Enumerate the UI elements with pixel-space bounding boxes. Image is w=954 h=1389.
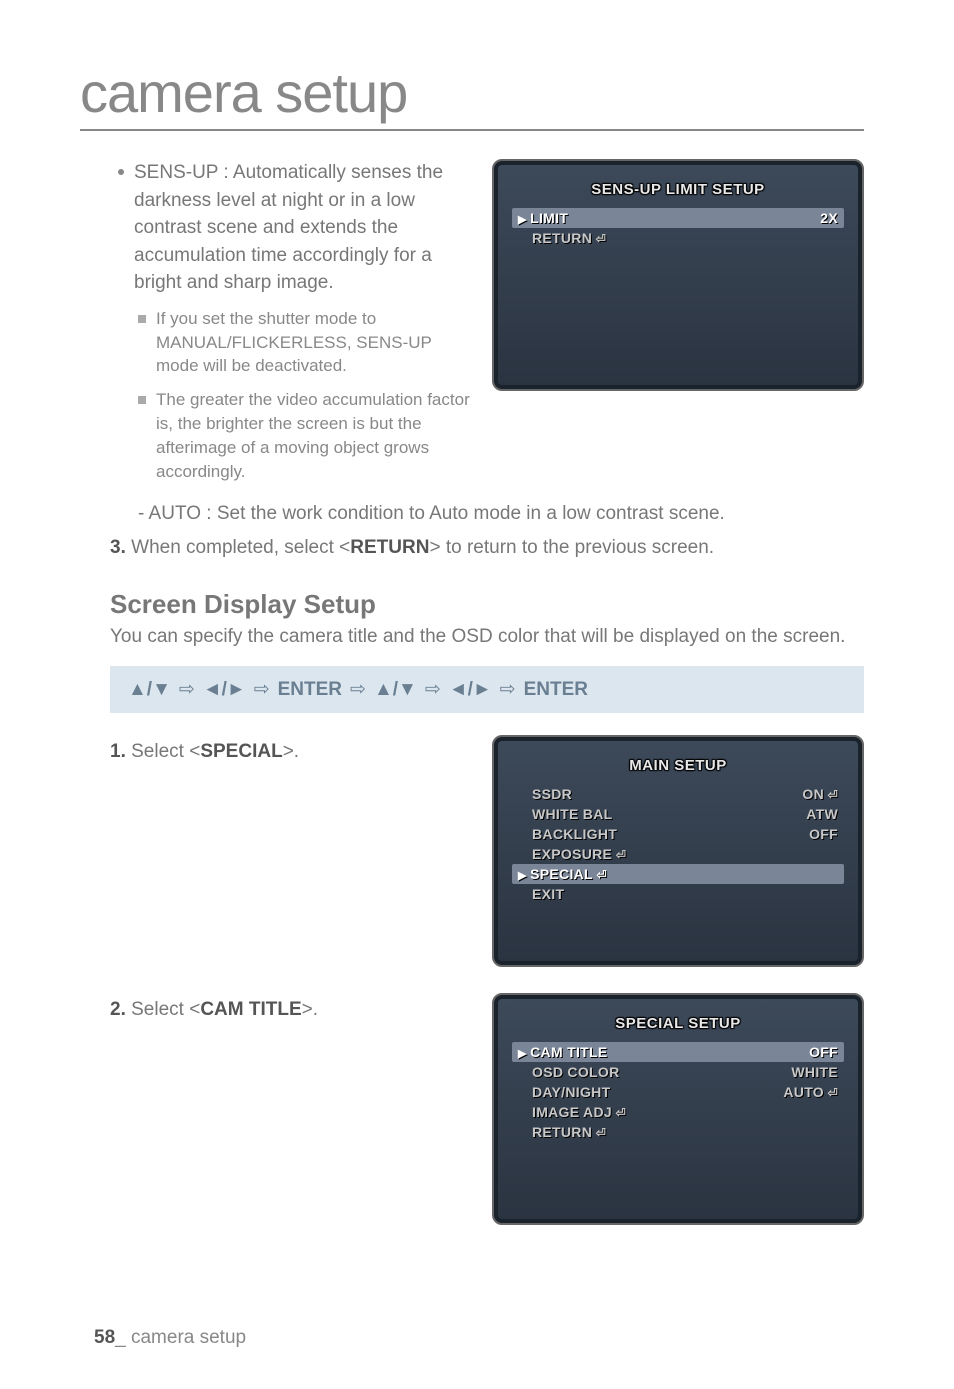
osd-item-backlight: BACKLIGHT [518,826,617,842]
osd-sensup-limit: SENS-UP LIMIT SETUP LIMIT 2X RETURN [492,159,864,391]
sensup-sub1: If you set the shutter mode to MANUAL/FL… [156,307,472,378]
sensup-main-text: SENS-UP : Automatically senses the darkn… [134,159,472,297]
sensup-auto-note: - AUTO : Set the work condition to Auto … [138,503,864,525]
osd-value: OFF [809,1044,838,1060]
osd-value-limit: 2X [820,210,838,226]
osd-item-ssdr: SSDR [518,786,572,802]
osd-item-whitebal: WHITE BAL [518,806,612,822]
osd-main-setup: MAIN SETUP SSDR ON WHITE BAL ATW BACKLIGHT… [492,735,864,967]
section-heading: Screen Display Setup [110,589,864,620]
step1-text: 1. Select <SPECIAL>. [110,735,472,763]
osd-value: ATW [806,806,838,822]
osd-value: AUTO [783,1084,838,1100]
osd-title: MAIN SETUP [512,757,844,774]
osd-item-imageadj: IMAGE ADJ [518,1104,626,1120]
square-bullet-icon [138,315,146,323]
osd-item-special: SPECIAL [518,866,607,882]
osd-item-exit: EXIT [518,886,564,902]
osd-item-exposure: EXPOSURE [518,846,626,862]
page-footer: 58_ camera setup [94,1327,246,1349]
bullet-icon [118,169,124,175]
step2-text: 2. Select <CAM TITLE>. [110,993,472,1021]
osd-item-limit: LIMIT [518,210,568,226]
osd-item-return: RETURN [518,230,606,246]
osd-title: SPECIAL SETUP [512,1015,844,1032]
osd-item-osdcolor: OSD COLOR [518,1064,619,1080]
osd-item-return: RETURN [518,1124,606,1140]
osd-item-camtitle: CAM TITLE [518,1044,607,1060]
osd-value: WHITE [791,1064,838,1080]
page-title: camera setup [80,60,864,131]
key-sequence-bar: ▲/▼⇨ ◄/►⇨ ENTER⇨ ▲/▼⇨ ◄/►⇨ ENTER [110,666,864,713]
sensup-sub2: The greater the video accumulation facto… [156,388,472,483]
osd-special-setup: SPECIAL SETUP CAM TITLE OFF OSD COLOR WHIT… [492,993,864,1225]
square-bullet-icon [138,396,146,404]
osd-item-daynight: DAY/NIGHT [518,1084,610,1100]
section-body: You can specify the camera title and the… [110,626,864,648]
osd-value: ON [802,786,838,802]
osd-value: OFF [809,826,838,842]
step3-line: 3. When completed, select <RETURN> to re… [110,537,864,559]
osd-title: SENS-UP LIMIT SETUP [512,181,844,198]
